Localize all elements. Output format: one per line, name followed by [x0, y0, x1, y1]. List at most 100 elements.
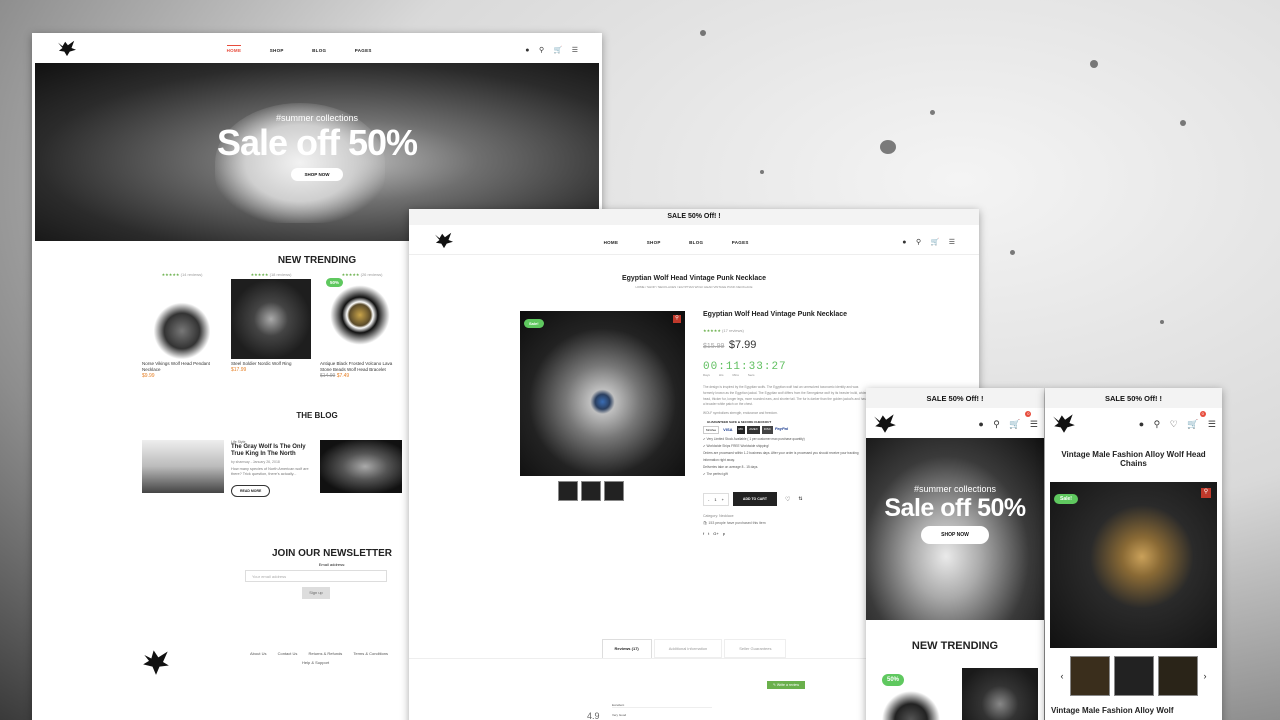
- rating-stars: ★★★★★ (26 reviews): [341, 272, 383, 277]
- nav-pages[interactable]: PAGES: [732, 240, 749, 245]
- thumbnail[interactable]: [604, 481, 624, 501]
- nav-home[interactable]: HOME: [226, 45, 242, 53]
- mobile-trending-products: 50%: [866, 666, 1044, 720]
- wolf-logo-icon[interactable]: [433, 231, 455, 249]
- cart-icon[interactable]: 🛒: [554, 46, 563, 54]
- newsletter-email-input[interactable]: Your email address: [245, 570, 387, 582]
- tab-reviews[interactable]: Reviews (17): [601, 639, 652, 658]
- countdown-timer: 00:11:33:27: [703, 361, 787, 373]
- cart-icon[interactable]: 🛒: [1187, 419, 1198, 430]
- user-icon[interactable]: ●: [978, 419, 983, 429]
- pinterest-icon[interactable]: p: [723, 531, 725, 536]
- product-card[interactable]: ★★★★★ (14 reviews) Norse Vikings Wolf He…: [142, 272, 222, 379]
- mobile-home-screenshot: SALE 50% Off! ! ● ⚲ 🛒 0 ☰ #summer collec…: [866, 388, 1044, 720]
- zoom-icon[interactable]: ⚲: [1201, 488, 1211, 499]
- user-icon[interactable]: ●: [902, 239, 906, 246]
- hero-shop-now-button[interactable]: SHOP NOW: [921, 526, 989, 544]
- product-summary: Egyptian Wolf Head Vintage Punk Necklace…: [703, 311, 868, 536]
- header-icons: ● ⚲ 🛒 0 ☰: [973, 411, 1038, 432]
- wolf-ring-image: [962, 668, 1038, 720]
- quantity-stepper[interactable]: -1 +: [703, 492, 729, 506]
- footer-link[interactable]: Returns & Refunds: [309, 651, 343, 656]
- nav-shop[interactable]: SHOP: [647, 240, 661, 245]
- search-icon[interactable]: ⚲: [993, 419, 1000, 430]
- user-icon[interactable]: ●: [525, 47, 529, 54]
- user-icon[interactable]: ●: [1139, 419, 1144, 429]
- search-icon[interactable]: ⚲: [539, 46, 544, 54]
- mcafee-icon: McAfee: [703, 426, 720, 435]
- thumbnail[interactable]: [581, 481, 601, 501]
- product-image: [520, 311, 685, 476]
- add-to-cart-button[interactable]: ADD TO CART: [732, 492, 777, 507]
- thumbnail[interactable]: [1069, 656, 1110, 697]
- footer-wolf-logo-icon: [142, 647, 170, 677]
- menu-icon[interactable]: ☰: [1208, 419, 1216, 430]
- cart-count-badge: 0: [1199, 411, 1206, 417]
- zoom-icon[interactable]: ⚲: [673, 315, 681, 323]
- product-name[interactable]: Norse Vikings Wolf Head Pendant Necklace: [142, 361, 222, 373]
- tab-seller-guarantees[interactable]: Seller Guarantees: [724, 639, 787, 658]
- cart-icon[interactable]: 🛒: [931, 238, 940, 246]
- footer-link[interactable]: About Us: [250, 651, 266, 656]
- product-name[interactable]: Antique Black Frosted Volcano Lava Stone…: [320, 361, 404, 373]
- read-more-button[interactable]: READ MORE: [231, 485, 271, 498]
- cart-icon[interactable]: 🛒: [1009, 419, 1020, 430]
- promo-bar: SALE 50% Off! !: [409, 209, 979, 225]
- sale-badge: Sale!: [1054, 494, 1078, 505]
- product-card[interactable]: ★★★★★ (26 reviews) 50% Antique Black Fro…: [320, 272, 404, 379]
- rating-stars: ★★★★★ (18 reviews): [250, 272, 292, 277]
- paypal-icon: PayPal: [774, 426, 788, 432]
- search-icon[interactable]: ⚲: [916, 238, 921, 246]
- header-icons: ● ⚲ ♡ 🛒 0 ☰: [1134, 411, 1216, 432]
- product-title: Egyptian Wolf Head Vintage Punk Necklace: [703, 311, 848, 318]
- compare-icon[interactable]: ⇅: [798, 496, 802, 502]
- nav-pages[interactable]: PAGES: [355, 48, 372, 53]
- thumbnail[interactable]: [1157, 656, 1198, 697]
- wolf-logo-icon[interactable]: [1051, 412, 1077, 434]
- note: Deliveries take on average 8 - 15 days.: [703, 465, 759, 470]
- nav-blog[interactable]: BLOG: [312, 48, 326, 53]
- search-icon[interactable]: ⚲: [1154, 419, 1161, 430]
- discover-icon: DISC: [761, 426, 773, 435]
- nav-home[interactable]: HOME: [604, 240, 619, 245]
- nav-blog[interactable]: BLOG: [689, 240, 703, 245]
- write-review-button[interactable]: ✎ Write a review: [767, 681, 806, 689]
- footer-link[interactable]: Help & Support: [302, 660, 390, 665]
- nav-shop[interactable]: SHOP: [270, 48, 284, 53]
- new-trending-title: NEW TRENDING: [911, 640, 999, 652]
- footer-link[interactable]: Terms & Conditions: [353, 651, 388, 656]
- menu-icon[interactable]: ☰: [949, 238, 955, 246]
- twitter-icon[interactable]: t: [708, 531, 709, 536]
- wolf-bracelet-image: [320, 279, 400, 359]
- breadcrumb[interactable]: HOME / SHOP / NECKLACES / EGYPTIAN WOLF …: [409, 285, 979, 289]
- product-category[interactable]: Category: Necklace: [703, 514, 868, 518]
- chevron-left-icon[interactable]: ‹: [1061, 671, 1064, 681]
- newsletter-signup-button[interactable]: Sign up: [302, 587, 330, 599]
- mobile-product-image: Sale! ⚲: [1050, 482, 1217, 649]
- menu-icon[interactable]: ☰: [1030, 419, 1038, 430]
- note: ✔ Very Limited Stock Available ( 1 per c…: [703, 437, 805, 442]
- menu-icon[interactable]: ☰: [572, 46, 578, 54]
- wishlist-icon[interactable]: ♡: [1170, 419, 1178, 430]
- chevron-right-icon[interactable]: ›: [1204, 671, 1207, 681]
- tab-additional-info[interactable]: Additional information: [653, 639, 723, 658]
- wishlist-icon[interactable]: ♡: [785, 496, 790, 503]
- secure-checkout-title: GUARANTEED SAFE & SECURE CHECKOUT: [707, 420, 772, 425]
- thumbnail[interactable]: [558, 481, 578, 501]
- facebook-icon[interactable]: f: [703, 531, 704, 536]
- product-price: $14.99 $7.49: [320, 372, 350, 379]
- wolf-logo-icon[interactable]: [56, 39, 78, 57]
- wolf-logo-icon[interactable]: [872, 412, 898, 434]
- product-card[interactable]: ★★★★★ (18 reviews) Steel Soldier Nordic …: [231, 272, 311, 373]
- footer-link[interactable]: Contact Us: [278, 651, 298, 656]
- wolf-ring-image: [231, 279, 311, 359]
- product-notes: ✔ Very Limited Stock Available ( 1 per c…: [703, 436, 868, 478]
- blog-post-title[interactable]: The Gray Wolf Is The Only True King In T…: [231, 444, 313, 458]
- product-symbolism: WOLF symbolizes strength, endurance and …: [703, 411, 778, 416]
- howling-wolf-image: [320, 440, 402, 493]
- rating-stars[interactable]: ★★★★★ (17 reviews): [703, 328, 868, 333]
- rating-row: Very Good: [612, 713, 627, 717]
- thumbnail[interactable]: [1113, 656, 1154, 697]
- hero-shop-now-button[interactable]: SHOP NOW: [290, 168, 344, 181]
- google-plus-icon[interactable]: G+: [713, 531, 718, 536]
